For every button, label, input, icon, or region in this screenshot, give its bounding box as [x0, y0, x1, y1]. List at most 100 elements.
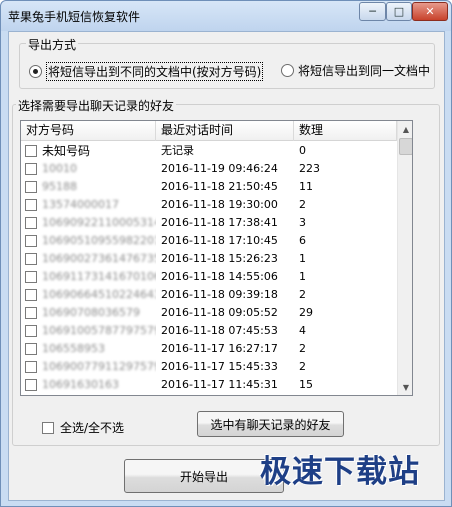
count-cell: 2	[299, 342, 306, 355]
table-row[interactable]: 10690213637975 79202016-11-17 11:01:472	[21, 394, 397, 395]
list-header: 对方号码 最近对话时间 数理	[21, 121, 397, 141]
row-checkbox[interactable]	[25, 163, 37, 175]
radio-button[interactable]	[281, 64, 294, 77]
phone-number: 未知号码	[42, 144, 91, 158]
row-checkbox[interactable]	[25, 361, 37, 373]
watermark-logo: 极速下载站	[260, 454, 420, 490]
table-row[interactable]: 10690077911297579720 2016-11-17 15:45:33 2	[21, 358, 397, 376]
select-all-checkbox[interactable]	[42, 421, 54, 434]
number-cell: 10690077911297579720	[21, 358, 156, 376]
row-checkbox[interactable]	[25, 325, 37, 337]
column-header-last-time[interactable]: 最近对话时间	[156, 121, 294, 141]
count-cell: 0	[299, 144, 306, 157]
last-time-cell: 2016-11-18 21:50:45	[161, 180, 278, 193]
last-time-cell: 2016-11-18 15:26:23	[161, 252, 278, 265]
count-cell: 1	[299, 252, 306, 265]
maximize-button[interactable]: □	[386, 2, 412, 21]
last-time-cell: 2016-11-18 17:10:45	[161, 234, 278, 247]
table-row[interactable]: 10690664510224643 2016-11-18 09:39:18 2	[21, 286, 397, 304]
table-row[interactable]: 106558953 2016-11-17 16:27:17 2	[21, 340, 397, 358]
count-cell: 2	[299, 360, 306, 373]
phone-number: 10690708036579	[42, 306, 140, 319]
number-cell: 95188	[21, 178, 156, 196]
row-checkbox[interactable]	[25, 145, 37, 157]
count-cell: 2	[294, 394, 397, 395]
column-header-number[interactable]: 对方号码	[21, 121, 156, 141]
number-cell: 10690213637975 7920	[21, 394, 156, 395]
table-row[interactable]: 10691630163 2016-11-17 11:45:31 15	[21, 376, 397, 394]
select-all-checkbox-row[interactable]: 全选/全不选	[42, 419, 124, 436]
count-cell: 2	[299, 198, 306, 211]
radio-separate-docs[interactable]: 将短信导出到不同的文档中(按对方号码)	[29, 62, 264, 81]
minimize-button[interactable]: ─	[359, 2, 386, 21]
window-title: 苹果兔手机短信恢复软件	[8, 10, 141, 24]
friends-list[interactable]: 对方号码 最近对话时间 数理 未知号码 无记录 0 10010 2016-11-19 0…	[20, 120, 413, 396]
export-mode-group: 导出方式 将短信导出到不同的文档中(按对方号码) 将短信导出到同一文档中	[19, 36, 435, 89]
radio-single-doc-label: 将短信导出到同一文档中	[298, 64, 431, 78]
row-checkbox[interactable]	[25, 271, 37, 283]
row-checkbox[interactable]	[25, 181, 37, 193]
app-window: 苹果兔手机短信恢复软件 ─ □ ✕ 导出方式 将短信导出到不同的文档中(按对方号…	[0, 0, 452, 507]
table-row[interactable]: 10690027361476735 2016-11-18 15:26:23 1	[21, 250, 397, 268]
radio-separate-docs-label: 将短信导出到不同的文档中(按对方号码)	[46, 62, 264, 81]
phone-number: 10690213637975 7920	[42, 394, 156, 395]
scroll-thumb[interactable]	[399, 138, 412, 155]
phone-number: 10691005787797579720	[42, 324, 156, 337]
count-cell: 15	[299, 378, 313, 391]
count-cell: 29	[299, 306, 313, 319]
vertical-scrollbar[interactable]: ▲ ▼	[397, 121, 412, 395]
title-bar[interactable]: 苹果兔手机短信恢复软件 ─ □ ✕	[1, 1, 451, 31]
table-row[interactable]: 未知号码 无记录 0	[21, 142, 397, 160]
phone-number: 10690027361476735	[42, 252, 156, 265]
row-checkbox[interactable]	[25, 217, 37, 229]
select-all-label: 全选/全不选	[60, 421, 125, 435]
select-chatted-friends-button[interactable]: 选中有聊天记录的好友	[197, 411, 344, 437]
phone-number: 10690664510224643	[42, 288, 156, 301]
table-row[interactable]: 10010 2016-11-19 09:46:24 223	[21, 160, 397, 178]
row-checkbox[interactable]	[25, 253, 37, 265]
scroll-up-icon[interactable]: ▲	[398, 121, 412, 137]
row-checkbox[interactable]	[25, 289, 37, 301]
radio-button[interactable]	[29, 65, 42, 78]
number-cell: 10010	[21, 160, 156, 178]
phone-number: 95188	[42, 180, 77, 193]
row-checkbox[interactable]	[25, 307, 37, 319]
number-cell: 10690922110005314	[21, 214, 156, 232]
count-cell: 11	[299, 180, 313, 193]
number-cell: 10690027361476735	[21, 250, 156, 268]
last-time-cell: 2016-11-18 07:45:53	[161, 324, 278, 337]
last-time-cell: 2016-11-18 17:38:41	[161, 216, 278, 229]
list-rows: 未知号码 无记录 0 10010 2016-11-19 09:46:24 223 95188…	[21, 142, 397, 395]
table-row[interactable]: 10691173141670106 2016-11-18 14:55:06 1	[21, 268, 397, 286]
last-time-cell: 2016-11-18 09:39:18	[161, 288, 278, 301]
number-cell: 10691173141670106	[21, 268, 156, 286]
number-cell: 10691005787797579720	[21, 322, 156, 340]
number-cell: 10691630163	[21, 376, 156, 394]
table-row[interactable]: 10690708036579 2016-11-18 09:05:52 29	[21, 304, 397, 322]
row-checkbox[interactable]	[25, 379, 37, 391]
count-cell: 2	[299, 288, 306, 301]
number-cell: 13574000017	[21, 196, 156, 214]
scroll-down-icon[interactable]: ▼	[398, 379, 412, 395]
phone-number: 10010	[42, 162, 77, 175]
phone-number: 13574000017	[42, 198, 119, 211]
row-checkbox[interactable]	[25, 235, 37, 247]
row-checkbox[interactable]	[25, 343, 37, 355]
column-header-count[interactable]: 数理	[294, 121, 397, 141]
table-row[interactable]: 95188 2016-11-18 21:50:45 11	[21, 178, 397, 196]
close-button[interactable]: ✕	[412, 2, 448, 21]
phone-number: 10691630163	[42, 378, 119, 391]
last-time-cell: 2016-11-18 09:05:52	[161, 306, 278, 319]
phone-number: 10690077911297579720	[42, 360, 156, 373]
table-row[interactable]: 10690510955982201 2016-11-18 17:10:45 6	[21, 232, 397, 250]
count-cell: 3	[299, 216, 306, 229]
table-row[interactable]: 10690922110005314 2016-11-18 17:38:41 3	[21, 214, 397, 232]
table-row[interactable]: 10691005787797579720 2016-11-18 07:45:53 4	[21, 322, 397, 340]
last-time-cell: 2016-11-17 15:45:33	[161, 360, 278, 373]
last-time-cell: 2016-11-17 11:01:47	[156, 394, 294, 395]
table-row[interactable]: 13574000017 2016-11-18 19:30:00 2	[21, 196, 397, 214]
radio-single-doc[interactable]: 将短信导出到同一文档中	[281, 62, 430, 79]
row-checkbox[interactable]	[25, 199, 37, 211]
phone-number: 10691173141670106	[42, 270, 156, 283]
count-cell: 4	[299, 324, 306, 337]
